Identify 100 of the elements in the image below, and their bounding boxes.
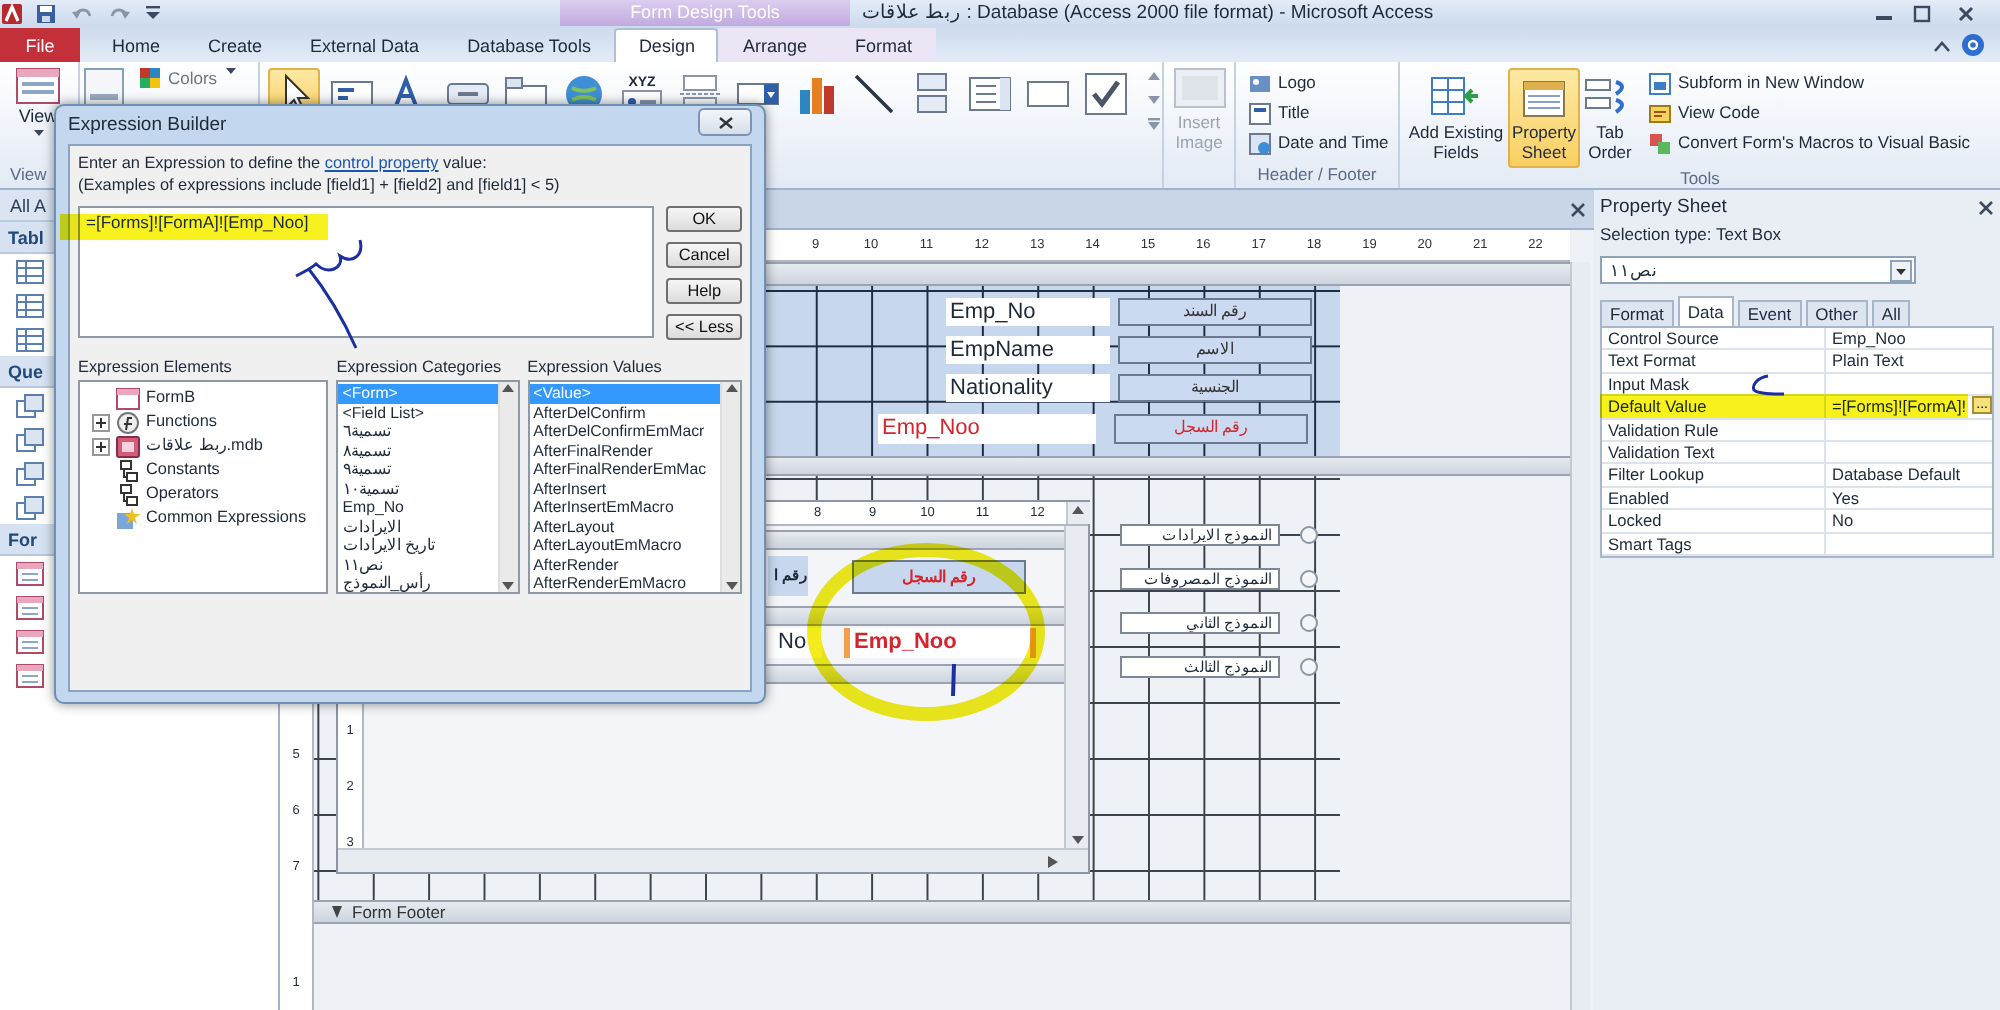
- scroll-down-icon[interactable]: [1146, 92, 1162, 108]
- text-box-control: Emp_No: [946, 298, 1110, 326]
- pen-annotation: [946, 662, 962, 698]
- calendar-clock-icon: [1248, 131, 1272, 155]
- customize-caret-icon[interactable]: [146, 6, 160, 20]
- label-control: الجنسية: [1118, 374, 1312, 402]
- property-tab[interactable]: Event: [1737, 300, 1802, 326]
- property-name: Validation Text: [1602, 441, 1826, 463]
- text-box-control: Nationality: [946, 374, 1110, 402]
- panel-title: Property Sheet: [1600, 196, 1727, 220]
- close-icon[interactable]: [1570, 201, 1586, 217]
- group-label: View: [8, 164, 49, 188]
- tree-item[interactable]: Constants: [146, 460, 220, 480]
- tree-item[interactable]: ربط علاقات.mdb: [146, 436, 263, 456]
- query-icon[interactable]: [16, 495, 44, 519]
- tree-item[interactable]: Common Expressions: [146, 508, 307, 528]
- form-icon: [116, 387, 140, 409]
- app-icon[interactable]: [2, 3, 22, 23]
- form-icon[interactable]: [16, 663, 44, 687]
- dialog-button[interactable]: Help: [666, 278, 742, 304]
- text-box-control[interactable]: Emp_Noo: [844, 628, 1036, 658]
- label-control: رقم السند: [1118, 298, 1312, 326]
- ribbon-button[interactable]: Convert Form's Macros to Visual Basic: [1648, 128, 1971, 158]
- close-button[interactable]: [698, 108, 752, 136]
- ribbon-tab[interactable]: Format: [830, 28, 936, 62]
- scroll-right-icon[interactable]: [1046, 853, 1060, 869]
- ribbon-button[interactable]: Tab Order: [1580, 68, 1640, 169]
- radio-button[interactable]: [1300, 658, 1318, 676]
- object-dropdown[interactable]: نص١١: [1600, 256, 1916, 284]
- dialog-button[interactable]: Cancel: [666, 242, 742, 268]
- form-icon[interactable]: [16, 629, 44, 653]
- themes-icon[interactable]: [84, 68, 124, 108]
- star-icon: [116, 507, 140, 529]
- expand-icon[interactable]: [92, 437, 110, 455]
- scroll-up-icon[interactable]: [1070, 502, 1086, 516]
- line-icon: [850, 70, 898, 118]
- section-icon: [330, 904, 344, 920]
- query-icon[interactable]: [16, 427, 44, 451]
- ribbon-tab[interactable]: Design: [614, 28, 719, 62]
- help-icon[interactable]: [1962, 34, 1984, 56]
- control-tool[interactable]: [1080, 68, 1132, 120]
- dialog-button[interactable]: OK: [666, 206, 742, 232]
- window-title: ربط علاقات : Database (Access 2000 file format) - Microsoft Access: [860, 1, 1436, 25]
- dialog-title: Expression Builder: [68, 113, 227, 137]
- dropdown-caret-icon: [1890, 259, 1912, 281]
- ribbon-button[interactable]: Date and Time: [1248, 128, 1389, 158]
- scroll-up-icon[interactable]: [1146, 68, 1162, 84]
- context-tab-group-title: Form Design Tools: [560, 0, 850, 26]
- ribbon-tab[interactable]: Home: [88, 28, 185, 62]
- ribbon-tab[interactable]: File: [0, 28, 80, 62]
- ribbon-tab[interactable]: Arrange: [718, 28, 831, 62]
- property-tab[interactable]: All: [1871, 300, 1911, 326]
- ribbon-button[interactable]: Add Existing Fields: [1404, 68, 1508, 169]
- table-icon[interactable]: [16, 293, 44, 317]
- convert-icon: [1648, 131, 1672, 155]
- property-tab[interactable]: Other: [1805, 300, 1868, 326]
- ribbon-tab[interactable]: External Data: [286, 28, 444, 62]
- tree-item[interactable]: Operators: [146, 484, 219, 504]
- property-tab[interactable]: Data: [1677, 296, 1734, 326]
- expand-icon[interactable]: [92, 413, 110, 431]
- property-value: Emp_Noo: [1832, 328, 1906, 349]
- ribbon-button[interactable]: Property Sheet: [1508, 68, 1580, 169]
- radio-button[interactable]: [1300, 570, 1318, 588]
- list-label: Expression Values: [527, 358, 664, 380]
- ribbon-button[interactable]: View Code: [1648, 98, 1971, 128]
- property-value: Plain Text: [1832, 350, 1904, 372]
- ribbon-button[interactable]: Subform in New Window: [1648, 68, 1971, 98]
- table-icon[interactable]: [16, 327, 44, 351]
- close-icon[interactable]: [1978, 200, 1994, 216]
- property-tab[interactable]: Format: [1600, 300, 1674, 326]
- caret-icon: [225, 68, 236, 74]
- checkbox-icon: [1082, 70, 1130, 118]
- collapse-ribbon-icon[interactable]: [1934, 39, 1950, 51]
- colors-button[interactable]: Colors: [140, 68, 236, 98]
- text-box-control: Emp_Noo: [878, 414, 1096, 444]
- ribbon-button[interactable]: Title: [1248, 98, 1389, 128]
- tree-node-icon: [116, 459, 140, 481]
- radio-button[interactable]: [1300, 526, 1318, 544]
- subform-icon: [1648, 71, 1672, 95]
- radio-button[interactable]: [1300, 614, 1318, 632]
- colors-icon: [140, 68, 160, 88]
- tree-item[interactable]: Functions: [146, 412, 217, 432]
- property-value: No: [1832, 510, 1854, 532]
- ribbon-tab[interactable]: Database Tools: [443, 28, 615, 62]
- table-icon[interactable]: [16, 259, 44, 283]
- more-icon[interactable]: [1146, 116, 1162, 132]
- dialog-button[interactable]: << Less: [666, 314, 742, 340]
- link[interactable]: control property: [324, 154, 439, 172]
- form-icon[interactable]: [16, 595, 44, 619]
- ribbon-button[interactable]: Logo: [1248, 68, 1389, 98]
- tree-item[interactable]: FormB: [146, 388, 196, 408]
- expression-field[interactable]: =[Forms]![FormA]![Emp_Noo]: [78, 206, 655, 338]
- save-icon[interactable]: [36, 3, 56, 23]
- property-value: Yes: [1832, 487, 1860, 509]
- query-icon[interactable]: [16, 461, 44, 485]
- query-icon[interactable]: [16, 393, 44, 417]
- list-label: Expression Elements: [78, 358, 234, 380]
- ribbon-tab[interactable]: Create: [184, 28, 287, 62]
- property-name: Control Source: [1602, 328, 1826, 349]
- form-icon[interactable]: [16, 561, 44, 585]
